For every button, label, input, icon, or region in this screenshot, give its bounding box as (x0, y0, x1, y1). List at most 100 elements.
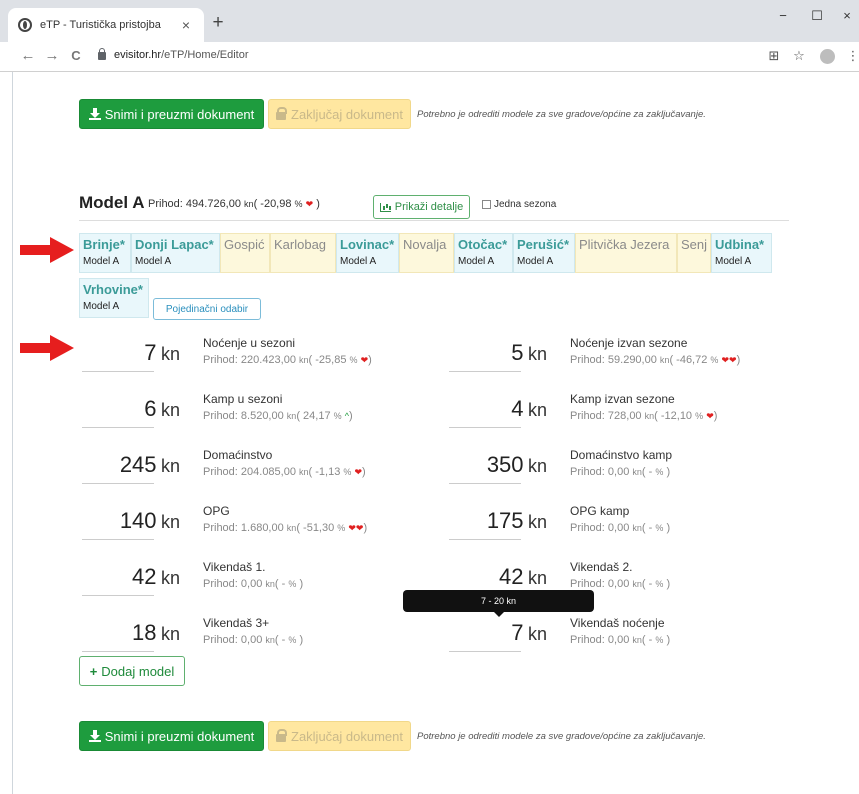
price-input[interactable]: 245 kn (80, 452, 180, 478)
city-tag-novalja[interactable]: Novalja (399, 233, 454, 273)
save-download-button-bottom[interactable]: Snimi i preuzmi dokument (79, 721, 264, 751)
red-arrow-annotation (20, 335, 75, 361)
item-name: Kamp izvan sezone (570, 392, 675, 406)
single-season-label: Jedna sezona (494, 199, 557, 210)
price-input[interactable]: 42 kn (80, 564, 180, 590)
save-download-label: Snimi i preuzmi dokument (104, 106, 255, 122)
city-tag-lovinac[interactable]: Lovinac* Model A (336, 233, 399, 273)
price-underline (449, 427, 521, 428)
add-model-button[interactable]: + Dodaj model (79, 656, 185, 686)
url-path: /eTP/Home/Editor (161, 49, 249, 61)
price-underline (449, 483, 521, 484)
lock-note-bottom: Potrebno je odrediti modele za sve grado… (417, 731, 706, 742)
lock-document-button[interactable]: Zaključaj dokument (268, 99, 411, 129)
item-name: Vikendaš 3+ (203, 616, 270, 630)
url-field[interactable]: evisitor.hr/eTP/Home/Editor (114, 49, 249, 61)
model-title: Model A (79, 193, 145, 212)
item-name: OPG (203, 504, 230, 518)
item-prihod: Prihod: 204.085,00 kn( -1,13 % ❤) (203, 466, 366, 478)
item-prihod: Prihod: 220.423,00 kn( -25,85 % ❤) (203, 354, 372, 366)
trend-down-icon: ❤ (354, 467, 363, 477)
city-tag-karlobag[interactable]: Karlobag (270, 233, 336, 273)
item-prihod: Prihod: 1.680,00 kn( -51,30 % ❤❤) (203, 522, 368, 534)
city-tag-udbina[interactable]: Udbina* Model A (711, 233, 772, 273)
price-input[interactable]: 4 kn (447, 396, 547, 422)
tab-title: eTP - Turistička pristojba (40, 19, 161, 31)
price-underline (82, 595, 154, 596)
window-close-icon[interactable]: × (837, 8, 857, 23)
price-input[interactable]: 5 kn (447, 340, 547, 366)
padlock-icon (276, 729, 287, 742)
header-divider (79, 220, 789, 221)
individual-select-button[interactable]: Pojedinačni odabir (153, 298, 261, 320)
price-input[interactable]: 350 kn (447, 452, 547, 478)
translate-icon[interactable]: ⊞ (766, 48, 782, 64)
trend-down-icon: ❤ (706, 411, 714, 421)
add-model-label: Dodaj model (101, 663, 175, 679)
price-input[interactable]: 6 kn (80, 396, 180, 422)
lock-document-button-bottom[interactable]: Zaključaj dokument (268, 721, 411, 751)
save-download-label: Snimi i preuzmi dokument (104, 728, 255, 744)
item-prihod: Prihod: 0,00 kn( - % ) (570, 578, 671, 590)
city-tag-donji-lapac[interactable]: Donji Lapac* Model A (131, 233, 220, 273)
item-name: Noćenje u sezoni (203, 336, 296, 350)
item-prihod: Prihod: 0,00 kn( - % ) (570, 522, 671, 534)
price-input[interactable]: 7 kn (80, 340, 180, 366)
item-name: Vikendaš noćenje (570, 616, 665, 630)
lock-document-label: Zaključaj dokument (291, 728, 403, 744)
forward-icon[interactable]: → (43, 47, 61, 65)
city-tag-brinje[interactable]: Brinje* Model A (79, 233, 131, 273)
bar-chart-icon (379, 202, 391, 212)
city-tag-gospic[interactable]: Gospić (220, 233, 270, 273)
plus-icon: + (89, 663, 98, 679)
single-season-checkbox[interactable] (482, 200, 491, 209)
maximize-icon[interactable]: ☐ (807, 8, 827, 24)
price-input[interactable]: 18 kn (80, 620, 180, 646)
price-range-tooltip: 7 - 20 kn (403, 590, 594, 617)
city-tag-plitvicka-jezera[interactable]: Plitvička Jezera (575, 233, 677, 273)
price-underline (82, 651, 154, 652)
city-tag-otocac[interactable]: Otočac* Model A (454, 233, 513, 273)
download-icon (88, 108, 101, 120)
minimize-icon[interactable]: − (773, 8, 793, 23)
item-name: Domaćinstvo (203, 448, 273, 462)
reload-icon[interactable]: C (67, 47, 85, 65)
trend-down-double-icon: ❤❤ (348, 523, 364, 533)
show-details-label: Prikaži detalje (394, 201, 464, 213)
menu-dots-icon[interactable]: ⋮ (845, 48, 859, 64)
city-tag-vrhovine[interactable]: Vrhovine* Model A (79, 278, 149, 318)
price-input[interactable]: 140 kn (80, 508, 180, 534)
price-underline (449, 539, 521, 540)
lock-note: Potrebno je odrediti modele za sve grado… (417, 109, 706, 120)
save-download-button[interactable]: Snimi i preuzmi dokument (79, 99, 264, 129)
browser-tab[interactable]: eTP - Turistička pristojba × (8, 8, 204, 42)
price-underline (82, 539, 154, 540)
item-name: Kamp u sezoni (203, 392, 283, 406)
address-bar: ← → C evisitor.hr/eTP/Home/Editor ⊞ ☆ ⋮ (0, 42, 859, 72)
lock-icon (98, 48, 106, 60)
bookmark-star-icon[interactable]: ☆ (791, 48, 807, 64)
price-input[interactable]: 42 kn (447, 564, 547, 590)
trend-down-double-icon: ❤❤ (721, 355, 737, 365)
price-input[interactable]: 7 kn (447, 620, 547, 646)
individual-select-label: Pojedinačni odabir (165, 303, 249, 315)
price-underline (449, 651, 521, 652)
city-tag-senj[interactable]: Senj (677, 233, 711, 273)
browser-tab-bar: eTP - Turistička pristojba × + − ☐ × (0, 0, 859, 42)
item-name: OPG kamp (570, 504, 630, 518)
item-prihod: Prihod: 8.520,00 kn( 24,17 % ^) (203, 410, 353, 422)
download-icon (88, 730, 101, 742)
tab-close-icon[interactable]: × (178, 17, 194, 33)
new-tab-icon[interactable]: + (208, 13, 228, 33)
globe-icon (18, 18, 32, 32)
item-name: Vikendaš 2. (570, 560, 633, 574)
item-name: Domaćinstvo kamp (570, 448, 673, 462)
profile-avatar-icon[interactable] (820, 49, 835, 64)
price-underline (82, 427, 154, 428)
item-prihod: Prihod: 0,00 kn( - % ) (203, 578, 304, 590)
show-details-button[interactable]: Prikaži detalje (373, 195, 470, 219)
trend-down-icon: ❤ (305, 199, 314, 209)
city-tag-perusic[interactable]: Perušić* Model A (513, 233, 575, 273)
price-input[interactable]: 175 kn (447, 508, 547, 534)
back-icon[interactable]: ← (19, 47, 37, 65)
